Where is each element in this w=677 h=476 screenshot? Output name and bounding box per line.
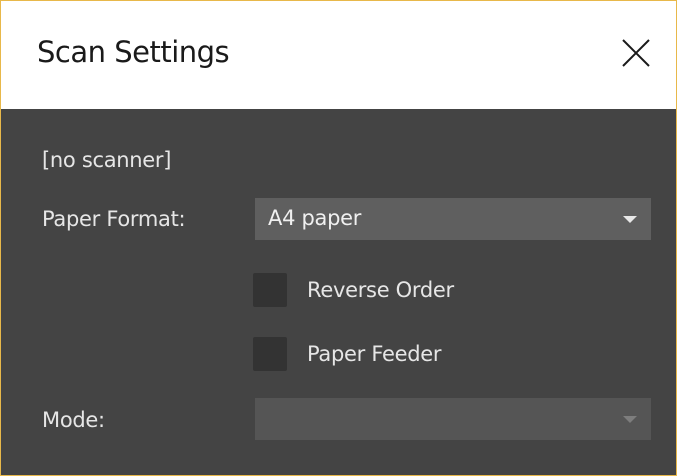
paper-feeder-label: Paper Feeder bbox=[307, 341, 442, 366]
dialog-title: Scan Settings bbox=[37, 35, 230, 69]
scanner-status: [no scanner] bbox=[42, 148, 172, 172]
paper-format-label: Paper Format: bbox=[42, 207, 186, 231]
close-icon bbox=[622, 39, 650, 67]
chevron-down-icon bbox=[623, 416, 637, 423]
scan-settings-dialog: Scan Settings [no scanner] Paper Format:… bbox=[0, 0, 677, 476]
close-button[interactable] bbox=[610, 27, 662, 79]
chevron-down-icon bbox=[623, 216, 637, 223]
mode-label: Mode: bbox=[42, 408, 105, 432]
reverse-order-checkbox[interactable] bbox=[253, 273, 287, 307]
paper-format-value: A4 paper bbox=[268, 206, 362, 230]
mode-select[interactable] bbox=[255, 398, 651, 440]
reverse-order-option[interactable]: Reverse Order bbox=[253, 273, 454, 307]
title-bar: Scan Settings bbox=[1, 1, 676, 109]
paper-format-select[interactable]: A4 paper bbox=[255, 198, 651, 240]
reverse-order-label: Reverse Order bbox=[307, 277, 454, 302]
paper-feeder-option[interactable]: Paper Feeder bbox=[253, 337, 442, 371]
paper-feeder-checkbox[interactable] bbox=[253, 337, 287, 371]
